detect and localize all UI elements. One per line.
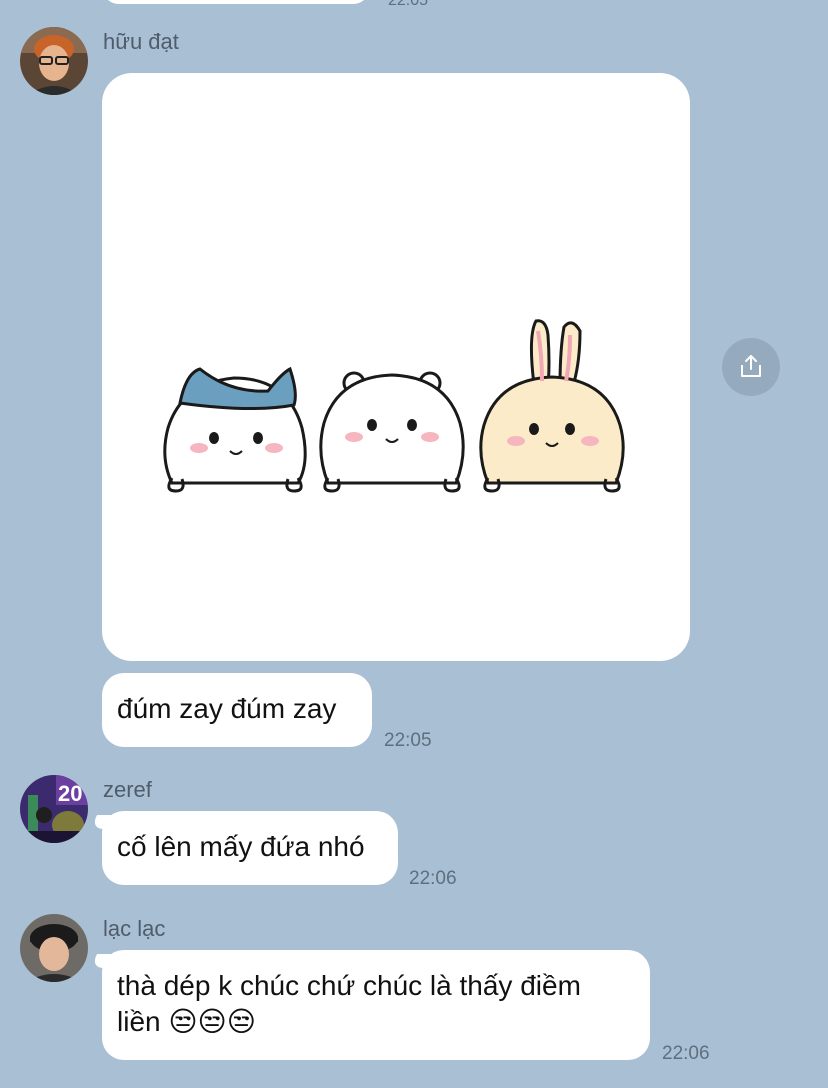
avatar-zeref[interactable]: 20: [20, 775, 88, 843]
message-text: đúm zay đúm zay: [117, 693, 337, 724]
message-bubble[interactable]: cố lên mấy đứa nhó: [102, 811, 398, 885]
message-time: 22:05: [384, 730, 432, 751]
sender-name: lạc lạc: [103, 916, 166, 941]
share-button[interactable]: [722, 338, 780, 396]
sender-name: hữu đạt: [103, 29, 179, 54]
three-cute-characters-sticker[interactable]: [102, 73, 690, 661]
avatar-lac-lac[interactable]: [20, 914, 88, 982]
previous-message-time: 22:05: [388, 0, 429, 9]
message-text-line: thà dép k chúc chứ chúc là thấy điềm: [117, 970, 581, 1001]
message-time: 22:06: [662, 1043, 710, 1064]
message-text-line: liền 😒😒😒: [117, 1006, 256, 1037]
message-bubble[interactable]: thà dép k chúc chứ chúc là thấy điềm liề…: [102, 950, 650, 1060]
share-icon: [741, 355, 761, 377]
message-text: cố lên mấy đứa nhó: [117, 831, 365, 862]
sender-name: zeref: [103, 777, 152, 802]
message-bubble[interactable]: đúm zay đúm zay: [102, 673, 372, 747]
message-time: 22:06: [409, 868, 457, 889]
svg-text:20: 20: [58, 781, 82, 806]
previous-message-bubble[interactable]: [102, 0, 370, 4]
avatar-huu-dat[interactable]: [20, 27, 88, 95]
